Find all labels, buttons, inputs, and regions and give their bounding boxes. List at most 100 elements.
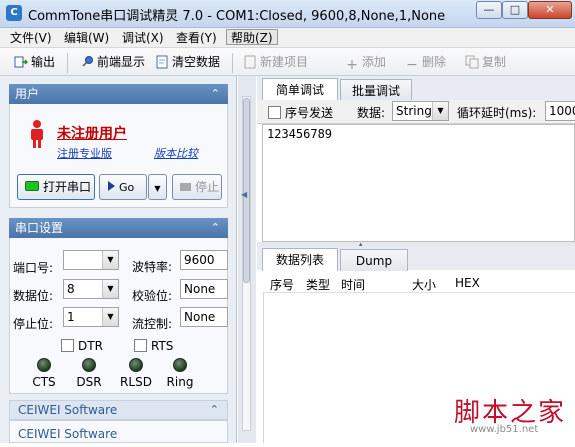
tab-simple-debug[interactable]: 简单调试 bbox=[262, 78, 338, 101]
new-project-label: 新建项目 bbox=[260, 55, 309, 69]
front-display-label: 前端显示 bbox=[97, 55, 146, 69]
column-header[interactable]: 类型 bbox=[306, 276, 330, 293]
seq-send-label: 序号发送 bbox=[285, 106, 334, 120]
menu-file[interactable]: 文件(V) bbox=[6, 30, 56, 46]
username-link[interactable]: 未注册用户 bbox=[57, 123, 127, 143]
go-button[interactable]: Go bbox=[99, 174, 147, 200]
send-text: 123456789 bbox=[267, 127, 333, 141]
column-header[interactable]: 序号 bbox=[270, 276, 294, 293]
minimize-button[interactable]: — bbox=[476, 1, 502, 19]
collapse-icon[interactable]: ⌃ bbox=[211, 84, 220, 104]
rts-label: RTS bbox=[151, 339, 174, 353]
rts-checkbox[interactable]: RTS bbox=[134, 339, 173, 353]
tab-dump[interactable]: Dump bbox=[340, 249, 408, 271]
parity-value: None bbox=[184, 282, 216, 296]
rlsd-label: RLSD bbox=[120, 375, 152, 389]
minus-icon: − bbox=[406, 57, 418, 73]
user-icon bbox=[31, 120, 43, 148]
dtr-label: DTR bbox=[78, 339, 103, 353]
splitter-arrow-icon[interactable]: ◀ bbox=[241, 190, 247, 199]
stopbits-select[interactable]: 1 ▼ bbox=[63, 307, 119, 327]
play-icon bbox=[108, 181, 115, 191]
close-button[interactable]: ✕ bbox=[528, 1, 572, 19]
seq-send-checkbox[interactable]: 序号发送 bbox=[268, 104, 333, 121]
clear-data-button[interactable]: 清空数据 bbox=[155, 53, 220, 71]
menu-debug[interactable]: 调试(X) bbox=[118, 30, 168, 46]
dsr-label: DSR bbox=[76, 375, 102, 389]
baud-select[interactable]: 9600 bbox=[180, 250, 228, 270]
rlsd-led-icon bbox=[129, 358, 143, 372]
watermark-url: www.jb51.net bbox=[470, 424, 539, 435]
databits-value: 8 bbox=[67, 282, 75, 296]
new-project-button[interactable]: 新建项目 bbox=[243, 53, 308, 71]
data-type-select[interactable]: String ▼ bbox=[392, 101, 449, 121]
go-label: Go bbox=[119, 181, 135, 194]
open-port-label: 打开串口 bbox=[43, 180, 92, 194]
app-icon: C bbox=[6, 5, 22, 21]
data-type-value: String bbox=[396, 104, 432, 118]
maximize-button[interactable]: □ bbox=[502, 1, 528, 19]
column-header[interactable]: HEX bbox=[455, 276, 480, 290]
cts-led-icon bbox=[37, 358, 51, 372]
software-section-header[interactable]: CEIWEI Software ⌃ bbox=[9, 400, 228, 420]
version-compare-link[interactable]: 版本比较 bbox=[154, 145, 198, 161]
register-pro-link[interactable]: 注册专业版 bbox=[57, 145, 112, 161]
port-label: 端口号: bbox=[13, 261, 54, 275]
checkbox-icon bbox=[268, 106, 281, 119]
user-section-title: 用户 bbox=[15, 87, 40, 101]
stopbits-label: 停止位: bbox=[13, 317, 54, 331]
clear-icon bbox=[155, 55, 169, 69]
collapse-icon[interactable]: ⌃ bbox=[211, 218, 220, 238]
go-dropdown-button[interactable]: ▼ bbox=[148, 174, 167, 200]
databits-label: 数据位: bbox=[13, 289, 54, 303]
chevron-down-icon: ▼ bbox=[102, 308, 118, 326]
menu-view[interactable]: 查看(Y) bbox=[172, 30, 221, 46]
parity-select[interactable]: None bbox=[180, 279, 228, 299]
open-port-button[interactable]: 打开串口 bbox=[17, 174, 95, 200]
loop-delay-input[interactable]: 1000 bbox=[545, 101, 575, 121]
green-led-icon bbox=[25, 181, 39, 191]
menu-edit[interactable]: 编辑(W) bbox=[60, 30, 113, 46]
loop-delay-value: 1000 bbox=[549, 104, 575, 118]
delete-button[interactable]: − 删除 bbox=[405, 53, 447, 73]
dtr-checkbox[interactable]: DTR bbox=[61, 339, 103, 353]
port-section-header[interactable]: 串口设置 ⌃ bbox=[9, 218, 228, 238]
front-display-button[interactable]: 前端显示 bbox=[80, 53, 145, 71]
checkbox-icon bbox=[61, 339, 74, 352]
software-section-title: CEIWEI Software bbox=[18, 403, 118, 417]
parity-label: 校验位: bbox=[132, 289, 173, 303]
menu-help[interactable]: 帮助(Z) bbox=[226, 29, 278, 45]
tab-data-list[interactable]: 数据列表 bbox=[262, 248, 338, 271]
collapse-icon[interactable]: ⌃ bbox=[210, 401, 219, 419]
checkbox-icon bbox=[134, 339, 147, 352]
chevron-down-icon: ▼ bbox=[154, 184, 161, 193]
column-header[interactable]: 大小 bbox=[412, 276, 436, 293]
toolbar-divider bbox=[232, 53, 233, 73]
delete-label: 删除 bbox=[422, 55, 447, 69]
stop-icon bbox=[180, 183, 191, 191]
flow-label: 流控制: bbox=[132, 317, 173, 331]
databits-select[interactable]: 8 ▼ bbox=[63, 279, 119, 299]
add-button[interactable]: + 添加 bbox=[345, 53, 387, 73]
chevron-down-icon: ▼ bbox=[432, 102, 448, 120]
chevron-down-icon: ▼ bbox=[102, 251, 118, 269]
column-header[interactable]: 时间 bbox=[341, 276, 365, 293]
user-section-header[interactable]: 用户 ⌃ bbox=[9, 84, 228, 104]
flow-select[interactable]: None bbox=[180, 307, 228, 327]
ring-led-icon bbox=[173, 358, 187, 372]
software-section-link[interactable]: CEIWEI Software bbox=[18, 427, 117, 441]
stop-button[interactable]: 停止 bbox=[172, 174, 222, 200]
cts-label: CTS bbox=[32, 375, 56, 389]
output-button[interactable]: 输出 bbox=[14, 53, 55, 71]
send-data-textarea[interactable]: 123456789 bbox=[262, 124, 575, 242]
port-select[interactable]: ▼ bbox=[63, 250, 119, 270]
plus-icon: + bbox=[346, 57, 358, 73]
clear-data-label: 清空数据 bbox=[172, 55, 221, 69]
copy-icon bbox=[465, 55, 479, 69]
add-label: 添加 bbox=[362, 55, 387, 69]
tab-batch-debug[interactable]: 批量调试 bbox=[340, 79, 412, 101]
toolbar-divider bbox=[67, 53, 68, 73]
stopbits-value: 1 bbox=[67, 310, 75, 324]
software-section-body: CEIWEI Software bbox=[9, 420, 228, 443]
copy-button[interactable]: 复制 bbox=[465, 53, 506, 71]
